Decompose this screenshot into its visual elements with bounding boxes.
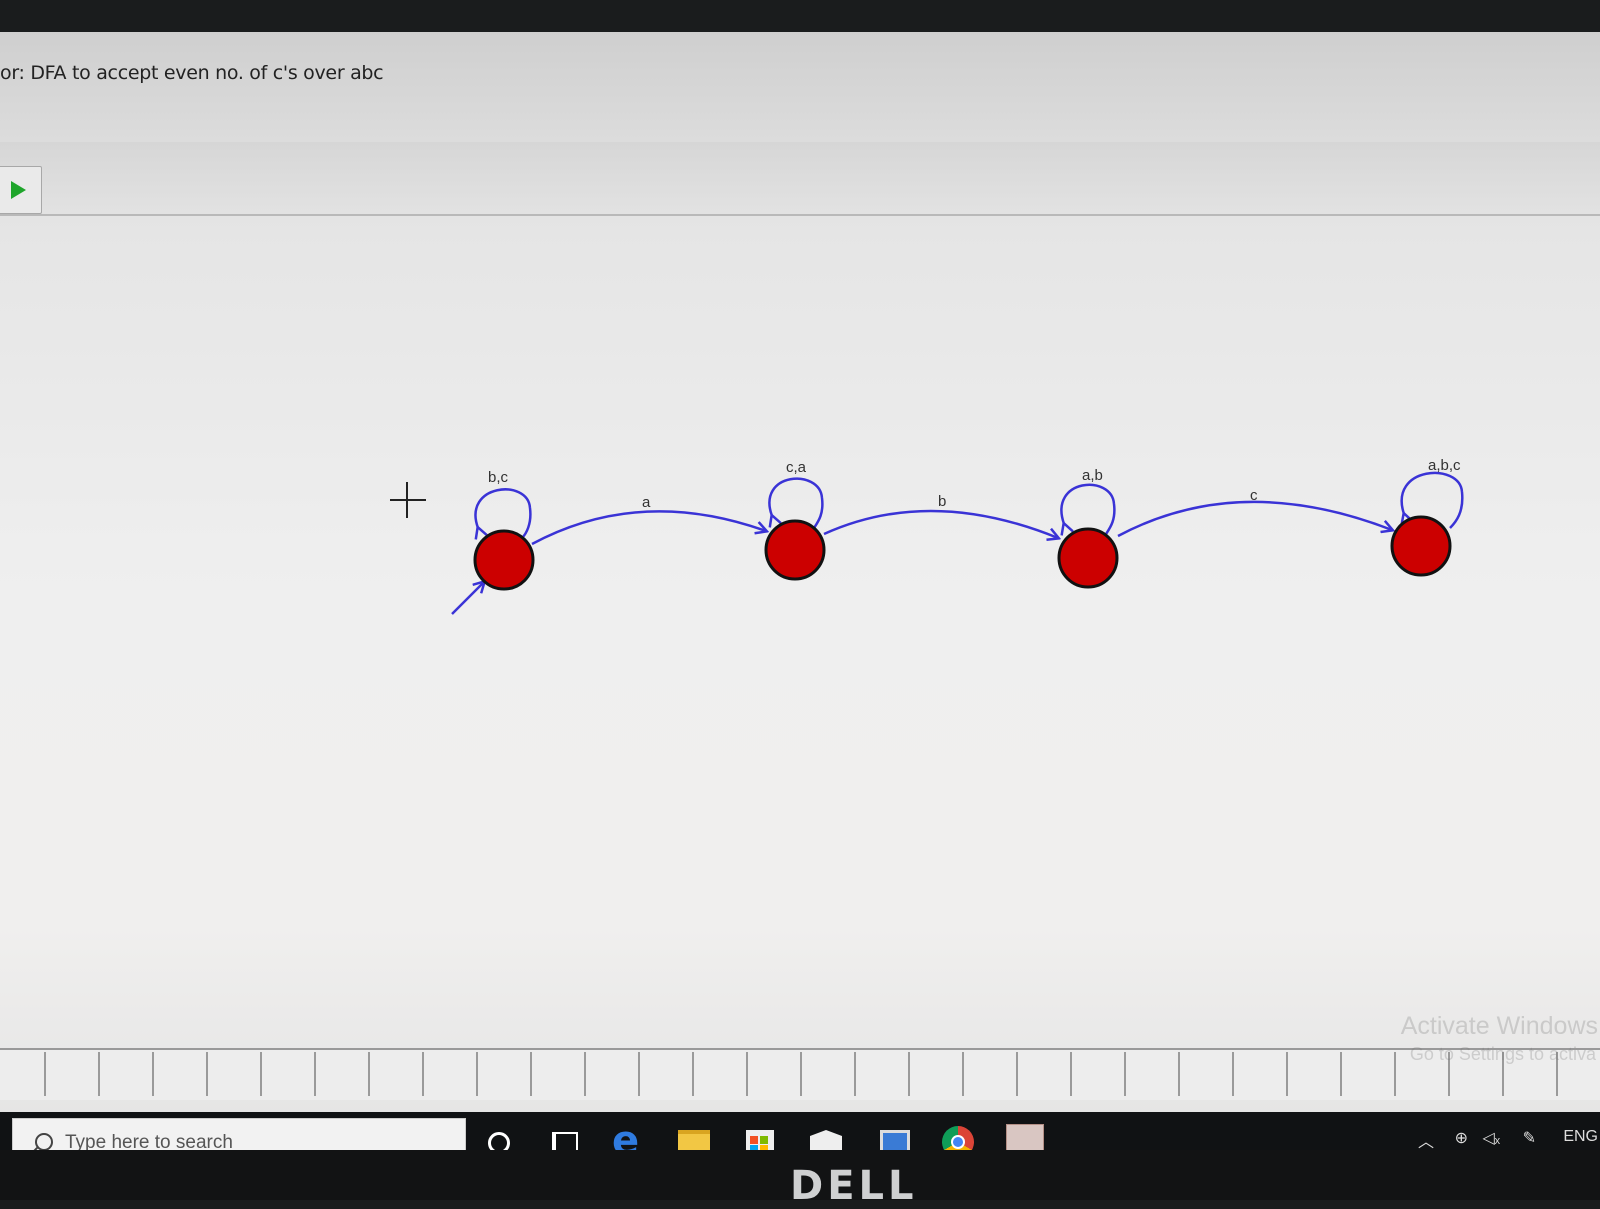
run-button[interactable] [0, 166, 42, 214]
transition-edge-q2-q3[interactable] [1117, 500, 1392, 538]
volume-muted-icon[interactable]: ◁ₓ [1482, 1128, 1500, 1148]
tape-cell [640, 1052, 694, 1096]
mail-icon[interactable] [804, 1120, 848, 1150]
cortana-icon[interactable] [476, 1120, 520, 1150]
input-tape-strip [0, 1048, 1600, 1100]
tape-cell [802, 1052, 856, 1096]
tape-cell [748, 1052, 802, 1096]
file-explorer-icon[interactable] [672, 1120, 716, 1150]
label-transition-q0-q1: a [642, 494, 651, 511]
search-placeholder: Type here to search [65, 1132, 233, 1150]
jflap-icon[interactable] [1002, 1120, 1046, 1150]
state-q2[interactable] [1057, 527, 1119, 589]
dell-logo: DELL [790, 1163, 918, 1209]
self-loop-q2[interactable] [1060, 483, 1116, 534]
initial-state-arrow [451, 582, 484, 615]
tape-cell [262, 1052, 316, 1096]
tape-cell [1180, 1052, 1234, 1096]
state-q3[interactable] [1390, 515, 1452, 577]
tape-cell [46, 1052, 100, 1096]
label-transition-q1-q2: b [938, 493, 946, 510]
state-q0[interactable] [473, 529, 535, 591]
task-view-icon[interactable] [540, 1120, 584, 1150]
label-self-loop-q3: a,b,c [1428, 457, 1461, 474]
state-q1[interactable] [764, 519, 826, 581]
transition-edge-q1-q2[interactable] [823, 509, 1058, 538]
taskbar-search-box[interactable]: Type here to search [12, 1118, 466, 1150]
windows-taskbar: Type here to search e ︿ ⊕ ◁ₓ ✎ ENG [0, 1112, 1600, 1150]
search-icon [35, 1133, 53, 1150]
tape-cell [1072, 1052, 1126, 1096]
dfa-diagram: b,c a c,a b a,b c a,b,c [390, 457, 1464, 615]
label-self-loop-q0: b,c [488, 469, 509, 486]
tape-cell [154, 1052, 208, 1096]
tape-cell [1018, 1052, 1072, 1096]
tape-cell [370, 1052, 424, 1096]
automaton-canvas[interactable]: b,c a c,a b a,b c a,b,c [0, 216, 1600, 1046]
pen-icon[interactable]: ✎ [1523, 1128, 1536, 1148]
tape-cell [856, 1052, 910, 1096]
tape-cell [424, 1052, 478, 1096]
activate-windows-watermark: Activate Windows [1400, 1012, 1598, 1040]
edge-icon[interactable]: e [606, 1118, 650, 1150]
activate-windows-subtext: Go to Settings to activa [1409, 1044, 1596, 1064]
toolbar [0, 142, 1600, 216]
chevron-up-icon[interactable]: ︿ [1418, 1128, 1434, 1150]
label-self-loop-q1: c,a [786, 459, 807, 476]
chrome-icon[interactable] [936, 1120, 980, 1150]
language-indicator[interactable]: ENG [1563, 1128, 1598, 1146]
tape-cell [316, 1052, 370, 1096]
tape-cell [910, 1052, 964, 1096]
tape-cell [1126, 1052, 1180, 1096]
tape-cell [1342, 1052, 1396, 1096]
tape-cell [694, 1052, 748, 1096]
label-transition-q2-q3: c [1250, 487, 1258, 504]
tape-cell [0, 1052, 46, 1096]
tape-cell [964, 1052, 1018, 1096]
play-icon [11, 181, 26, 199]
window-title: or: DFA to accept even no. of c's over a… [0, 62, 384, 84]
app-icon[interactable] [870, 1120, 914, 1150]
title-bar: or: DFA to accept even no. of c's over a… [0, 32, 1600, 142]
tape-cell [100, 1052, 154, 1096]
tape-cell [478, 1052, 532, 1096]
store-icon[interactable] [738, 1120, 782, 1150]
tape-cell [586, 1052, 640, 1096]
tape-cell [532, 1052, 586, 1096]
transition-edge-q0-q1[interactable] [531, 510, 766, 546]
tape-cell [1288, 1052, 1342, 1096]
tape-cell [1234, 1052, 1288, 1096]
globe-icon[interactable]: ⊕ [1455, 1128, 1468, 1148]
label-self-loop-q2: a,b [1082, 467, 1103, 484]
crosshair-cursor-icon [390, 482, 426, 518]
screen: or: DFA to accept even no. of c's over a… [0, 32, 1600, 1150]
tape-cell [208, 1052, 262, 1096]
